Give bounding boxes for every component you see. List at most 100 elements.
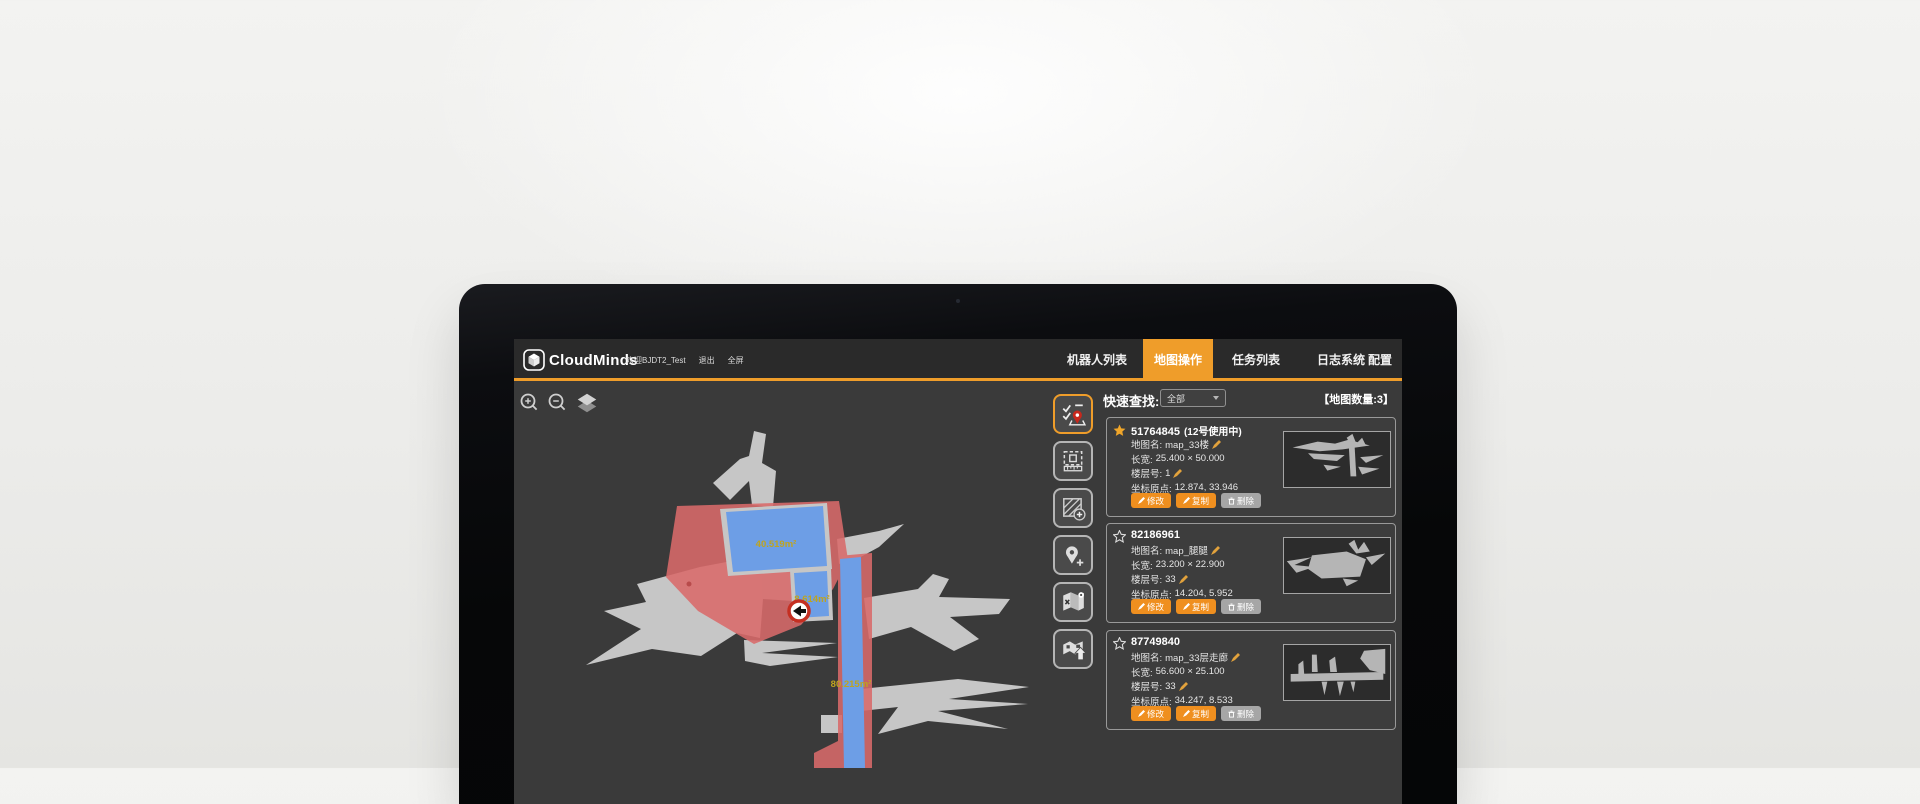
pencil-icon <box>1138 603 1145 610</box>
delete-map-button[interactable]: 删除 <box>1221 599 1261 614</box>
field-label: 楼层号: <box>1131 466 1162 480</box>
field-label: 地图名: <box>1131 437 1162 451</box>
edit-pencil-icon[interactable] <box>1211 546 1220 555</box>
edit-map-button[interactable]: 修改 <box>1131 493 1171 508</box>
map-thumbnail-image <box>1284 432 1390 487</box>
map-floor-value: 33 <box>1165 681 1176 692</box>
map-filter-dropdown[interactable]: 全部 <box>1160 389 1226 407</box>
pencil-icon <box>1183 497 1190 504</box>
star-outline-icon[interactable] <box>1113 637 1126 650</box>
top-navbar: CloudMinds 欢迎BJDT2_Test 退出 全屏 机器人列表 地图操作… <box>514 339 1402 381</box>
cloudminds-logo-icon <box>523 349 545 371</box>
pencil-icon <box>1138 710 1145 717</box>
map-id: 87749840 <box>1131 636 1180 648</box>
welcome-text: 欢迎BJDT2_Test <box>626 355 686 366</box>
map-thumbnail-image <box>1284 645 1390 700</box>
tab-map-operations[interactable]: 地图操作 <box>1143 339 1213 381</box>
zoom-in-button[interactable] <box>518 392 542 416</box>
map-thumbnail-image <box>1284 538 1390 593</box>
delete-map-button[interactable]: 删除 <box>1221 493 1261 508</box>
map-thumbnail[interactable] <box>1283 537 1391 594</box>
add-poi-icon <box>1060 542 1086 568</box>
zoom-in-icon <box>519 392 541 414</box>
brand-logo: CloudMinds <box>523 339 638 381</box>
field-label: 地图名: <box>1131 543 1162 557</box>
map-upload-icon <box>1060 636 1086 662</box>
no-entry-marker[interactable] <box>789 601 809 621</box>
edit-pencil-icon[interactable] <box>1179 575 1188 584</box>
star-filled-icon[interactable] <box>1113 424 1126 437</box>
map-count-badge: 【地图数量:3】 <box>1318 391 1394 407</box>
field-label: 长宽: <box>1131 452 1153 466</box>
map-name-value: map_33层走廊 <box>1165 650 1228 664</box>
poi-checklist-icon <box>1060 401 1086 427</box>
map-origin-value: 12.874, 33.946 <box>1175 482 1238 493</box>
laptop-frame: CloudMinds 欢迎BJDT2_Test 退出 全屏 机器人列表 地图操作… <box>459 284 1457 804</box>
fullscreen-link[interactable]: 全屏 <box>728 355 744 366</box>
area-label: 80.215m² <box>831 679 872 690</box>
tab-config[interactable]: 配置 <box>1361 339 1399 381</box>
trash-icon <box>1228 497 1235 505</box>
map-origin-value: 14.204, 5.952 <box>1175 588 1233 599</box>
copy-map-button[interactable]: 复制 <box>1176 706 1216 721</box>
measure-map-tool[interactable] <box>1053 441 1093 481</box>
map-size-value: 56.600 × 25.100 <box>1156 666 1225 677</box>
map-size-value: 25.400 × 50.000 <box>1156 453 1225 464</box>
map-card: 51764845(12号使用中) 地图名:map_33楼 长宽:25.400 ×… <box>1106 417 1396 517</box>
add-region-tool[interactable] <box>1053 488 1093 528</box>
edit-pencil-icon[interactable] <box>1173 469 1182 478</box>
map-remove-icon <box>1060 589 1086 615</box>
field-label: 地图名: <box>1131 650 1162 664</box>
map-remove-tool[interactable] <box>1053 582 1093 622</box>
pencil-icon <box>1183 603 1190 610</box>
edit-pencil-icon[interactable] <box>1179 682 1188 691</box>
map-thumbnail[interactable] <box>1283 644 1391 701</box>
webcam-dot <box>956 299 960 303</box>
app-screen: CloudMinds 欢迎BJDT2_Test 退出 全屏 机器人列表 地图操作… <box>514 339 1402 804</box>
map-upload-tool[interactable] <box>1053 629 1093 669</box>
dropdown-value: 全部 <box>1167 392 1185 405</box>
map-card: 87749840 地图名:map_33层走廊 长宽:56.600 × 25.10… <box>1106 630 1396 730</box>
card-actions: 修改 复制 删除 <box>1131 706 1261 721</box>
zone-vertex-dot <box>687 582 692 587</box>
brand-name: CloudMinds <box>549 352 638 369</box>
edit-pencil-icon[interactable] <box>1212 440 1221 449</box>
map-id-title: 87749840 <box>1131 636 1184 648</box>
tab-robot-list[interactable]: 机器人列表 <box>1059 339 1135 381</box>
poi-checklist-tool[interactable] <box>1053 394 1093 434</box>
tab-task-list[interactable]: 任务列表 <box>1220 339 1292 381</box>
copy-map-button[interactable]: 复制 <box>1176 599 1216 614</box>
star-outline-icon[interactable] <box>1113 530 1126 543</box>
quick-search-label: 快速查找: <box>1103 391 1159 410</box>
main-content: 40.519m² 8.614m² 80.215m² <box>514 384 1402 804</box>
map-fields: 地图名:map_腿腿 长宽:23.200 × 22.900 楼层号:33 坐标原… <box>1131 543 1233 601</box>
map-fields: 地图名:map_33楼 长宽:25.400 × 50.000 楼层号:1 坐标原… <box>1131 437 1238 495</box>
field-label: 楼层号: <box>1131 679 1162 693</box>
area-label: 40.519m² <box>756 539 797 550</box>
map-id: 82186961 <box>1131 529 1180 541</box>
map-card: 82186961 地图名:map_腿腿 长宽:23.200 × 22.900 楼… <box>1106 523 1396 623</box>
map-name-value: map_33楼 <box>1165 437 1209 451</box>
map-floor-value: 33 <box>1165 574 1176 585</box>
trash-icon <box>1228 710 1235 718</box>
map-id-title: 51764845(12号使用中) <box>1131 423 1242 438</box>
map-canvas[interactable]: 40.519m² 8.614m² 80.215m² <box>560 390 1100 768</box>
map-size-value: 23.200 × 22.900 <box>1156 559 1225 570</box>
session-info: 欢迎BJDT2_Test 退出 全屏 <box>626 339 744 381</box>
map-id-title: 82186961 <box>1131 529 1184 541</box>
edit-map-button[interactable]: 修改 <box>1131 599 1171 614</box>
add-region-icon <box>1060 495 1086 521</box>
field-label: 长宽: <box>1131 558 1153 572</box>
delete-map-button[interactable]: 删除 <box>1221 706 1261 721</box>
card-actions: 修改 复制 删除 <box>1131 493 1261 508</box>
measure-map-icon <box>1060 448 1086 474</box>
pencil-icon <box>1183 710 1190 717</box>
edit-map-button[interactable]: 修改 <box>1131 706 1171 721</box>
logout-link[interactable]: 退出 <box>699 355 715 366</box>
copy-map-button[interactable]: 复制 <box>1176 493 1216 508</box>
edit-pencil-icon[interactable] <box>1231 653 1240 662</box>
card-actions: 修改 复制 删除 <box>1131 599 1261 614</box>
map-thumbnail[interactable] <box>1283 431 1391 488</box>
add-poi-tool[interactable] <box>1053 535 1093 575</box>
field-label: 楼层号: <box>1131 572 1162 586</box>
